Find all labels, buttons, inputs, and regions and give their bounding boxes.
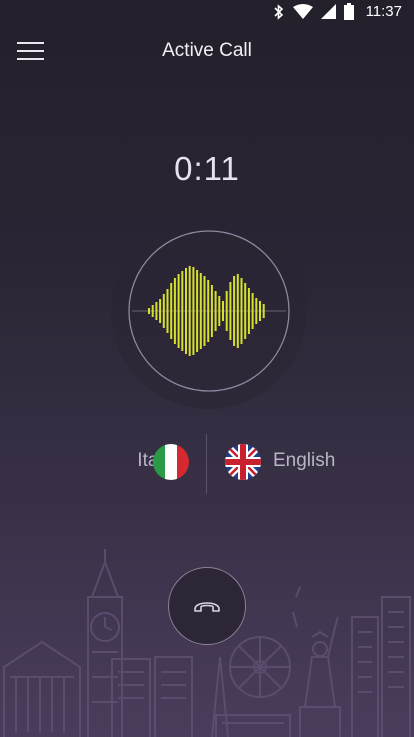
waveform-bar — [173, 278, 176, 344]
waveform-bar — [255, 298, 258, 324]
waveform-bar — [240, 278, 243, 344]
waveform-bar — [210, 285, 213, 337]
status-time: 11:37 — [365, 3, 402, 20]
waveform-bar — [162, 294, 165, 328]
hangup-button[interactable] — [168, 567, 246, 645]
target-language-label[interactable]: English — [273, 450, 335, 472]
waveform-bar — [188, 266, 191, 356]
language-divider — [206, 434, 207, 494]
waveform-bar — [166, 289, 169, 333]
waveform-bar — [214, 291, 217, 331]
waveform-bar — [196, 270, 199, 352]
waveform-bar — [259, 301, 261, 321]
waveform-bar — [151, 305, 154, 317]
call-duration: 0:11 — [174, 150, 240, 187]
bluetooth-icon — [273, 3, 283, 20]
waveform-bar — [236, 274, 239, 348]
battery-icon — [343, 3, 354, 20]
waveform-bar — [262, 304, 265, 318]
app-bar: Active Call — [0, 24, 414, 80]
waveform-bar — [155, 302, 158, 320]
signal-icon — [320, 4, 336, 19]
waveform-bar — [233, 276, 236, 346]
waveform-bar — [207, 280, 210, 342]
waveform-bar — [222, 301, 224, 321]
status-icons: 11:37 — [273, 3, 402, 20]
waveform-bar — [225, 291, 228, 331]
waveform-bar — [218, 296, 221, 326]
waveform-bar — [203, 276, 206, 346]
waveform-bar — [159, 299, 162, 323]
phone-hangup-icon — [194, 602, 220, 612]
waveform-bar — [229, 282, 232, 340]
waveform-bar — [244, 283, 247, 339]
waveform-bar — [247, 288, 250, 334]
italy-flag-icon[interactable] — [153, 444, 189, 480]
waveform-bar — [199, 273, 202, 349]
waveform-bar — [148, 308, 150, 314]
wifi-icon — [292, 4, 313, 19]
audio-waveform — [110, 212, 308, 410]
waveform-bar — [181, 271, 184, 351]
uk-flag-icon[interactable] — [225, 444, 261, 480]
waveform-bar — [177, 274, 180, 348]
language-selector: Italian English — [0, 434, 414, 494]
waveform-bar — [251, 293, 254, 329]
status-bar: 11:37 — [0, 0, 414, 24]
page-title: Active Call — [162, 40, 252, 61]
waveform-bar — [185, 268, 187, 354]
waveform-bar — [192, 267, 195, 355]
waveform-bar — [170, 283, 173, 339]
